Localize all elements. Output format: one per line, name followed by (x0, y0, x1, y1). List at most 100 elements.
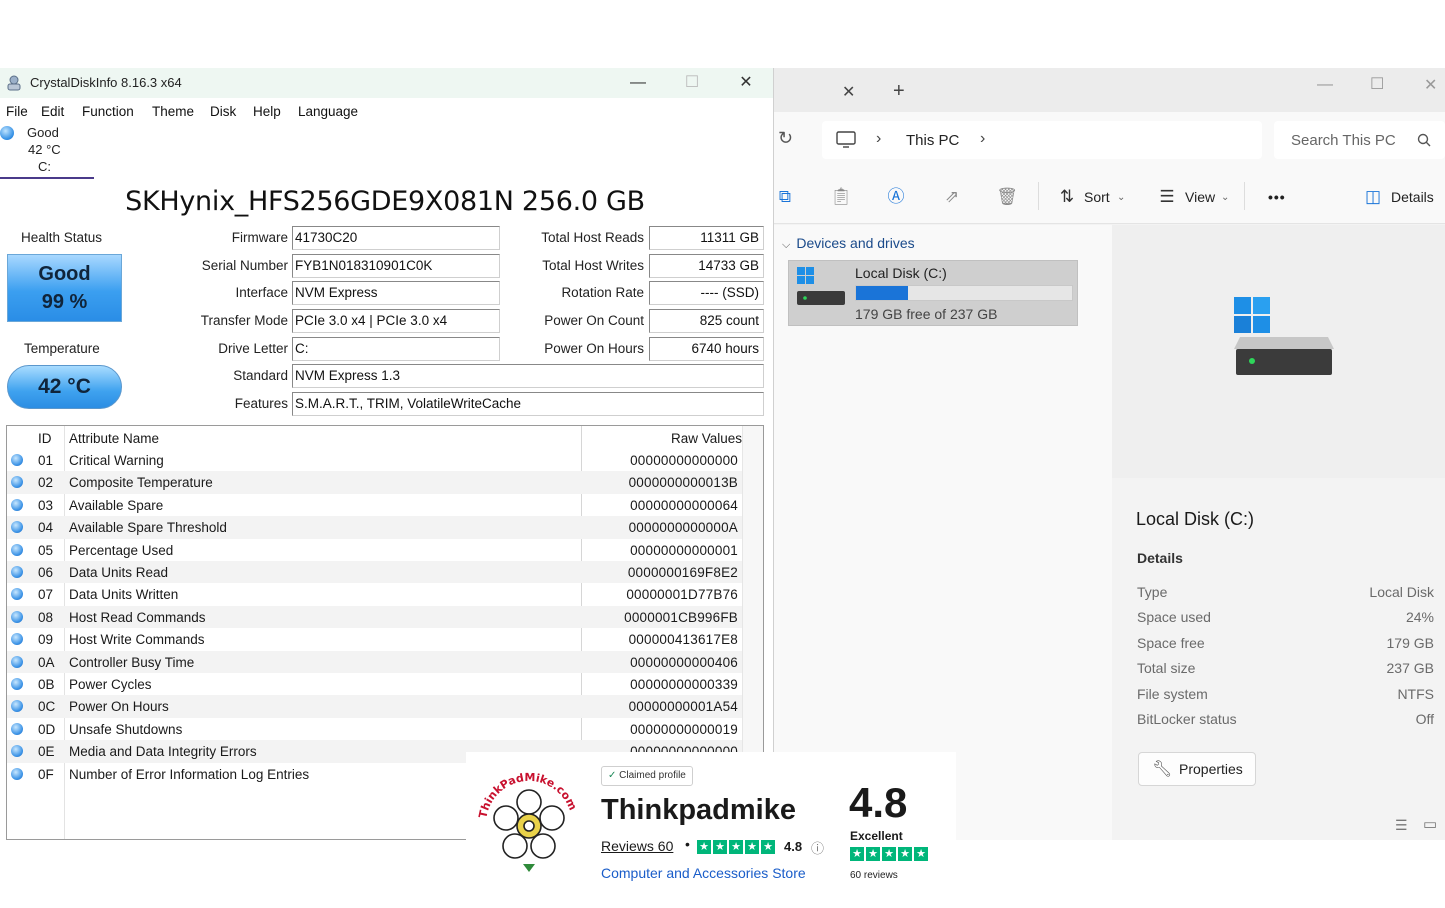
standard-label: Standard (233, 368, 288, 383)
close-tab-icon[interactable]: ✕ (842, 82, 855, 102)
devices-and-drives-group[interactable]: ⌵ Devices and drives (782, 235, 915, 252)
chevron-right-icon[interactable]: › (876, 130, 881, 148)
tiles-view-icon[interactable]: ▭ (1423, 815, 1437, 833)
attribute-id: 08 (38, 609, 54, 625)
minimize-icon[interactable]: — (1317, 76, 1333, 94)
sort-icon[interactable]: ⇅ (1056, 186, 1078, 208)
power-on-count-label: Power On Count (544, 313, 644, 328)
column-header-attribute-name[interactable]: Attribute Name (69, 431, 159, 446)
details-pane: Local Disk (C:) Details Type Local Disk Sp… (1112, 225, 1445, 840)
business-name[interactable]: Thinkpadmike (601, 794, 796, 827)
interface-label: Interface (235, 285, 288, 300)
menu-edit[interactable]: Edit (41, 104, 64, 119)
attribute-name: Controller Busy Time (69, 654, 195, 670)
close-window-icon[interactable]: ✕ (1424, 75, 1437, 95)
star-icon: ★ (882, 847, 896, 861)
thinkpadmike-logo: ThinkPadMike.com (476, 771, 579, 872)
attribute-name: Host Write Commands (69, 632, 205, 648)
attribute-id: 0C (38, 699, 56, 715)
star-icon: ★ (761, 840, 775, 854)
category-link[interactable]: Computer and Accessories Store (601, 865, 806, 881)
chevron-down-icon: ⌵ (782, 239, 791, 251)
attribute-id: 02 (38, 475, 54, 491)
paste-icon[interactable]: 📋︎ (830, 186, 852, 208)
toolbar-divider (1038, 182, 1039, 210)
attribute-raw-value: 00000000000000 (630, 453, 738, 468)
crystaldiskinfo-window: CrystalDiskInfo 8.16.3 x64 — ☐ ✕ File Ed… (0, 68, 774, 840)
features-value: S.M.A.R.T., TRIM, VolatileWriteCache (292, 392, 764, 416)
minimize-icon[interactable]: — (623, 72, 653, 94)
column-header-raw-values[interactable]: Raw Values (671, 431, 742, 446)
star-icon: ★ (866, 847, 880, 861)
health-status-badge[interactable]: Good 99 % (7, 254, 122, 322)
disk-tab-c[interactable]: Good 42 °C C: (0, 123, 94, 179)
table-row[interactable]: 0B Power Cycles 00000000000339 (7, 673, 742, 695)
attribute-name: Composite Temperature (69, 475, 213, 491)
table-row[interactable]: 05 Percentage Used 00000000000001 (7, 539, 742, 561)
sort-button[interactable]: Sort (1084, 189, 1110, 205)
total-host-writes-value: 14733 GB (649, 254, 764, 278)
properties-button[interactable]: 🔧︎ Properties (1138, 752, 1256, 786)
health-status-value: Good (38, 263, 91, 285)
menu-function[interactable]: Function (82, 104, 134, 119)
breadcrumb-this-pc[interactable]: This PC (906, 132, 959, 149)
attribute-id: 07 (38, 587, 54, 603)
table-row[interactable]: 01 Critical Warning 00000000000000 (7, 449, 742, 471)
attribute-raw-value: 00000000000064 (630, 497, 738, 513)
view-icon[interactable]: ☰ (1156, 186, 1178, 208)
menu-theme[interactable]: Theme (152, 104, 194, 119)
status-dot-icon (11, 588, 23, 601)
status-dot-icon (11, 521, 23, 534)
details-pane-icon[interactable]: ◫ (1362, 186, 1384, 208)
drive-tile-local-disk-c[interactable]: Local Disk (C:) 179 GB free of 237 GB (788, 260, 1078, 326)
column-header-id[interactable]: ID (38, 431, 52, 446)
info-icon[interactable]: ⓘ (811, 838, 824, 857)
table-row[interactable]: 09 Host Write Commands 000000413617E8 (7, 628, 742, 650)
status-dot-icon (11, 633, 23, 646)
star-icon: ★ (713, 840, 727, 854)
share-icon[interactable]: ⇗ (941, 186, 963, 208)
view-button[interactable]: View (1185, 189, 1215, 205)
status-dot-icon (11, 543, 23, 556)
table-row[interactable]: 06 Data Units Read 0000000169F8E2 (7, 561, 742, 584)
table-row[interactable]: 08 Host Read Commands 0000001CB996FB (7, 605, 742, 629)
refresh-icon[interactable]: ↻ (778, 128, 793, 149)
maximize-icon[interactable]: ☐ (677, 72, 707, 94)
search-input[interactable]: Search This PC (1274, 121, 1445, 159)
chevron-right-icon[interactable]: › (980, 130, 985, 148)
more-options-button[interactable]: ••• (1268, 189, 1286, 205)
attribute-id: 0D (38, 721, 56, 737)
attribute-raw-value: 0000000000013B (628, 475, 738, 491)
table-row[interactable]: 04 Available Spare Threshold 0000000000000… (7, 516, 742, 539)
menu-language[interactable]: Language (298, 104, 358, 119)
features-label: Features (234, 396, 288, 411)
claimed-label: Claimed profile (619, 770, 686, 781)
table-row[interactable]: 03 Available Spare 00000000000064 (7, 494, 742, 516)
table-row[interactable]: 02 Composite Temperature 0000000000013B (7, 471, 742, 494)
table-row[interactable]: 0C Power On Hours 00000000001A54 (7, 695, 742, 718)
table-row[interactable]: 0D Unsafe Shutdowns 00000000000019 (7, 718, 742, 740)
temperature-label: Temperature (24, 341, 100, 356)
maximize-icon[interactable]: ☐ (1370, 74, 1384, 94)
copy-path-icon[interactable]: ⧉ (774, 186, 796, 208)
firmware-label: Firmware (231, 230, 288, 245)
details-view-icon[interactable]: ☰ (1395, 817, 1408, 834)
attribute-name: Unsafe Shutdowns (69, 721, 183, 737)
details-button[interactable]: Details (1391, 189, 1434, 205)
new-tab-icon[interactable]: + (893, 80, 905, 103)
reviews-link[interactable]: Reviews 60 (601, 838, 673, 854)
table-row[interactable]: 0A Controller Busy Time 00000000000406 (7, 650, 742, 673)
close-icon[interactable]: ✕ (731, 72, 761, 94)
delete-icon[interactable]: 🗑︎ (996, 186, 1018, 208)
rename-icon[interactable]: Ⓐ (885, 186, 907, 208)
table-row[interactable]: 07 Data Units Written 00000001D77B76 (7, 583, 742, 605)
power-on-count-value: 825 count (649, 309, 764, 333)
temperature-badge[interactable]: 42 °C (7, 365, 122, 409)
power-on-hours-label: Power On Hours (544, 341, 644, 356)
menu-disk[interactable]: Disk (210, 104, 236, 119)
menu-file[interactable]: File (6, 104, 28, 119)
search-icon[interactable] (1417, 133, 1431, 147)
address-bar[interactable]: › This PC › (822, 121, 1262, 159)
menu-help[interactable]: Help (253, 104, 281, 119)
star-icon: ★ (898, 847, 912, 861)
